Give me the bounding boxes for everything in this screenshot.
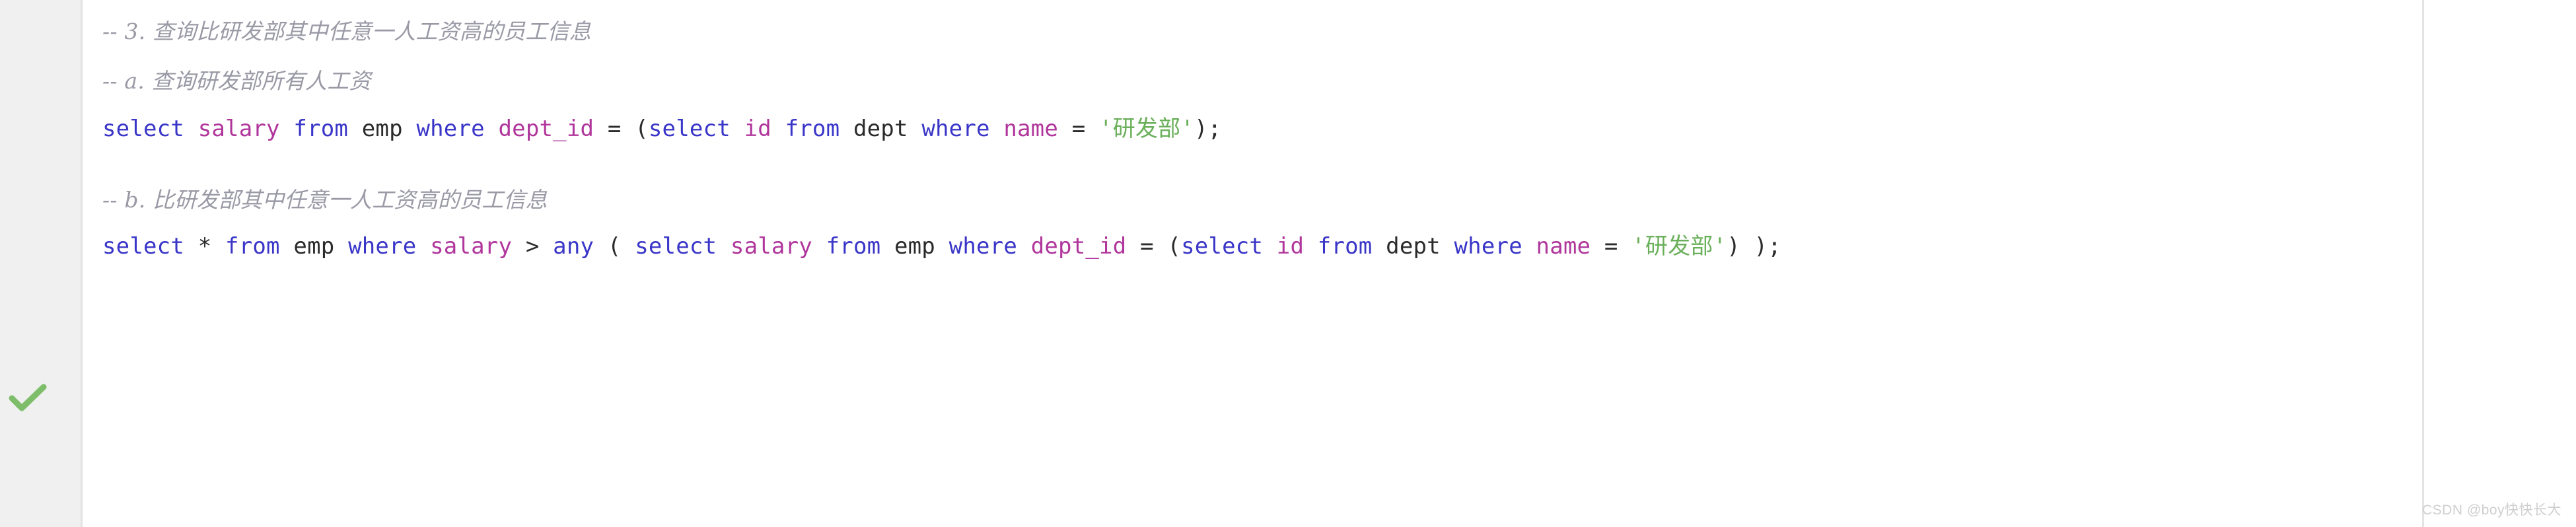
code-token: dept_id	[498, 116, 594, 142]
code-token: where	[921, 116, 990, 142]
code-token: from	[225, 233, 280, 260]
code-token: select	[648, 116, 731, 142]
code-line-comment-3[interactable]: -- 3. 查询比研发部其中任意一人工资高的员工信息	[102, 10, 591, 53]
code-token: from	[1317, 233, 1373, 260]
csdn-watermark: CSDN @boy快快长大	[2421, 503, 2561, 518]
code-token: from	[293, 116, 349, 142]
sql-code-editor: -- 3. 查询比研发部其中任意一人工资高的员工信息 -- a. 查询研发部所有…	[0, 0, 2576, 527]
code-token: salary	[730, 233, 812, 260]
code-token: from	[826, 233, 881, 260]
code-token: =	[607, 116, 622, 142]
code-token: =	[1140, 233, 1154, 260]
code-token: select	[102, 233, 185, 260]
code-token: name	[1003, 116, 1059, 142]
code-token: (	[635, 116, 649, 142]
code-token: name	[1536, 233, 1591, 260]
code-token: )	[1727, 233, 1740, 260]
code-token: any	[553, 233, 594, 260]
code-token: dept	[1386, 233, 1441, 260]
code-token: where	[348, 233, 417, 260]
code-token: id	[1276, 233, 1305, 260]
green-check-icon	[9, 384, 47, 411]
code-token: salary	[197, 116, 280, 142]
code-token: where	[948, 233, 1018, 260]
code-token: select	[1181, 233, 1264, 260]
code-line-comment-a[interactable]: -- a. 查询研发部所有人工资	[102, 59, 371, 103]
code-line-sql-a[interactable]: select salary from emp where dept_id = (…	[102, 107, 1221, 151]
code-line-comment-b[interactable]: -- b. 比研发部其中任意一人工资高的员工信息	[102, 178, 548, 222]
code-token: );	[1740, 233, 1781, 260]
code-token: salary	[430, 233, 513, 260]
code-token: from	[785, 116, 840, 142]
code-token: where	[1454, 233, 1522, 260]
code-token: select	[102, 116, 185, 142]
code-token: dept	[853, 116, 908, 142]
code-content[interactable]: -- 3. 查询比研发部其中任意一人工资高的员工信息 -- a. 查询研发部所有…	[102, 0, 2573, 527]
code-token: '研发部'	[1631, 233, 1727, 260]
code-token: select	[635, 233, 717, 260]
code-token: where	[416, 116, 485, 142]
editor-gutter	[0, 0, 83, 527]
code-token: );	[1194, 116, 1222, 142]
code-line-sql-b[interactable]: select * from emp where salary > any ( s…	[102, 225, 1781, 268]
code-token: emp	[894, 233, 935, 260]
code-token: (	[1167, 233, 1182, 260]
code-token: *	[197, 233, 212, 260]
code-token: =	[1071, 116, 1086, 142]
code-token: dept_id	[1030, 233, 1127, 260]
code-token: >	[525, 233, 540, 260]
code-token: id	[744, 116, 771, 142]
code-token: (	[594, 233, 635, 260]
code-token: emp	[293, 233, 335, 260]
code-token: '研发部'	[1099, 116, 1194, 142]
code-token: emp	[361, 116, 403, 142]
code-token: =	[1604, 233, 1618, 260]
